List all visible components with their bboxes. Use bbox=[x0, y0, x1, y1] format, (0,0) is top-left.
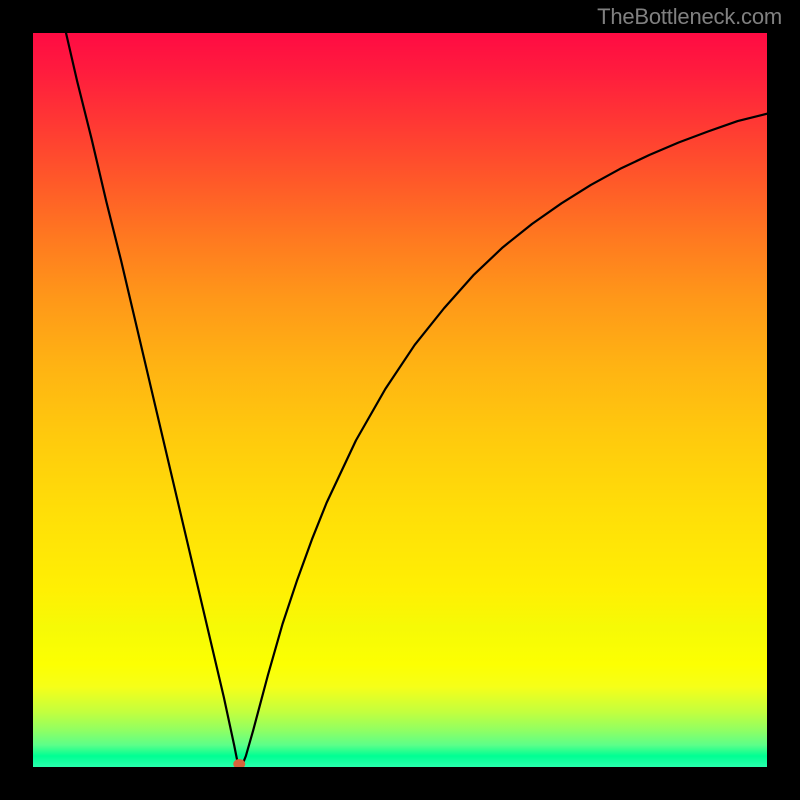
bottleneck-curve bbox=[66, 33, 767, 767]
chart-svg bbox=[33, 33, 767, 767]
watermark-label: TheBottleneck.com bbox=[597, 4, 782, 30]
chart-container: TheBottleneck.com bbox=[0, 0, 800, 800]
plot-area bbox=[33, 33, 767, 767]
